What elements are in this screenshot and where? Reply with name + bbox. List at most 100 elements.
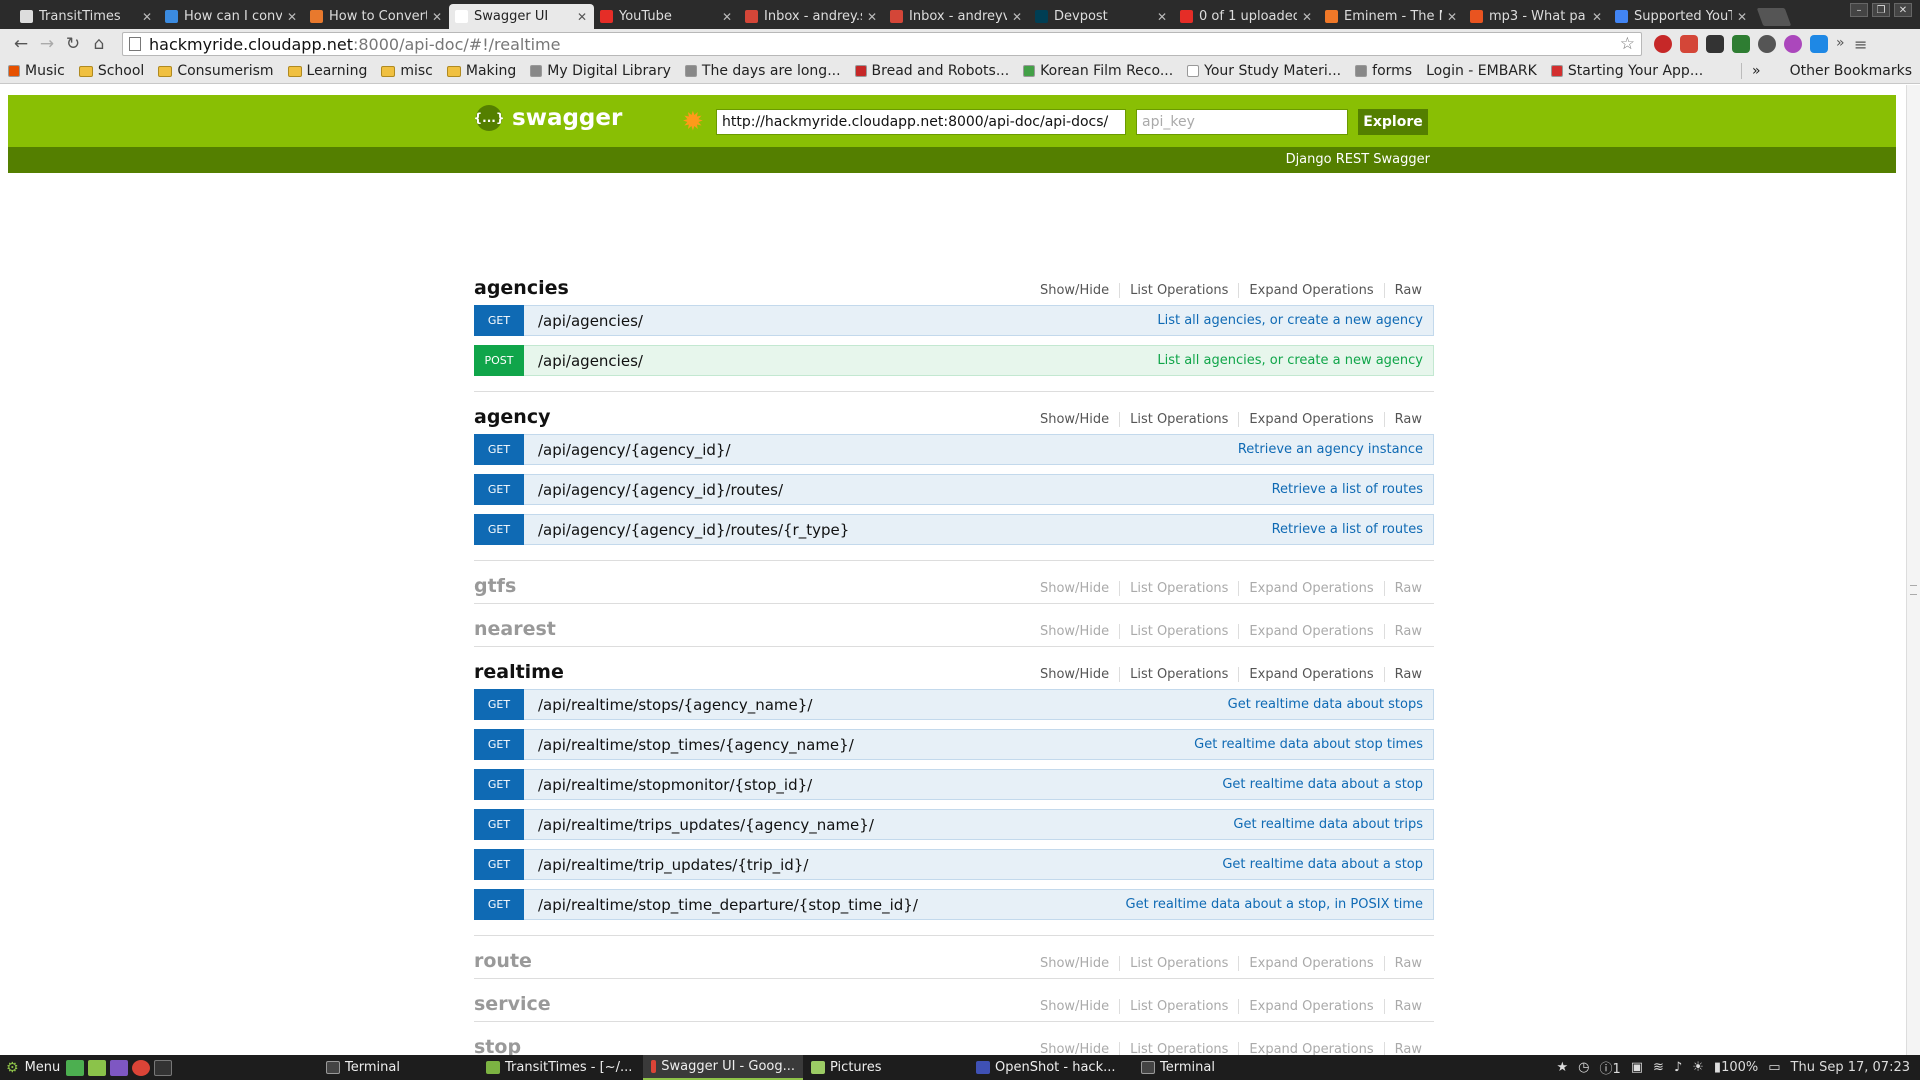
raw-link[interactable]: Raw bbox=[1385, 581, 1434, 596]
taskbar-window-button[interactable]: TransitTimes - [~/... bbox=[478, 1055, 643, 1080]
close-tab-icon[interactable]: ✕ bbox=[286, 10, 298, 24]
explore-button[interactable]: Explore bbox=[1358, 109, 1428, 135]
resource-name[interactable]: route bbox=[474, 950, 1030, 972]
lastpass-icon[interactable] bbox=[1654, 35, 1672, 53]
raw-link[interactable]: Raw bbox=[1385, 283, 1434, 298]
update-tray-icon[interactable]: ◷ bbox=[1578, 1060, 1589, 1075]
display-icon[interactable]: ▭ bbox=[1768, 1060, 1780, 1075]
terminal-launcher-icon[interactable] bbox=[154, 1059, 172, 1076]
close-tab-icon[interactable]: ✕ bbox=[1301, 10, 1313, 24]
operation-summary[interactable]: List all agencies, or create a new agenc… bbox=[1157, 353, 1433, 368]
bookmark-item[interactable]: misc bbox=[381, 63, 433, 79]
api-url-input[interactable] bbox=[716, 109, 1126, 135]
expand-operations-link[interactable]: Expand Operations bbox=[1239, 667, 1385, 682]
http-method-badge[interactable]: GET bbox=[474, 305, 524, 336]
show-hide-link[interactable]: Show/Hide bbox=[1030, 412, 1121, 427]
list-operations-link[interactable]: List Operations bbox=[1120, 667, 1240, 682]
list-operations-link[interactable]: List Operations bbox=[1120, 624, 1240, 639]
clock[interactable]: Thu Sep 17, 07:23 bbox=[1791, 1060, 1910, 1075]
close-tab-icon[interactable]: ✕ bbox=[1591, 10, 1603, 24]
minimize-button[interactable]: – bbox=[1850, 3, 1868, 17]
http-method-badge[interactable]: POST bbox=[474, 345, 524, 376]
notification-tray-icon[interactable]: ⓘ1 bbox=[1599, 1058, 1620, 1077]
app-launcher-icon[interactable] bbox=[110, 1059, 128, 1076]
taskbar-window-button[interactable]: Swagger UI - Goog... bbox=[643, 1055, 803, 1080]
show-hide-link[interactable]: Show/Hide bbox=[1030, 283, 1121, 298]
operation-summary[interactable]: Retrieve a list of routes bbox=[1272, 522, 1433, 537]
chrome-launcher-icon[interactable] bbox=[132, 1059, 150, 1076]
operation-summary[interactable]: List all agencies, or create a new agenc… bbox=[1157, 313, 1433, 328]
pushbullet-icon[interactable] bbox=[1784, 35, 1802, 53]
operation-path[interactable]: /api/agency/{agency_id}/routes/ bbox=[524, 481, 1272, 499]
resource-name[interactable]: agency bbox=[474, 406, 1030, 428]
operation-row[interactable]: GET/api/realtime/stop_times/{agency_name… bbox=[474, 729, 1434, 760]
browser-tab[interactable]: Inbox - andrey.s ✕ bbox=[739, 4, 884, 29]
expand-operations-link[interactable]: Expand Operations bbox=[1239, 581, 1385, 596]
operation-path[interactable]: /api/realtime/stop_time_departure/{stop_… bbox=[524, 896, 1126, 914]
close-tab-icon[interactable]: ✕ bbox=[576, 10, 588, 24]
resource-name[interactable]: stop bbox=[474, 1036, 1030, 1055]
http-method-badge[interactable]: GET bbox=[474, 474, 524, 505]
close-tab-icon[interactable]: ✕ bbox=[721, 10, 733, 24]
bookmark-item[interactable]: School bbox=[78, 63, 144, 79]
list-operations-link[interactable]: List Operations bbox=[1120, 283, 1240, 298]
show-hide-link[interactable]: Show/Hide bbox=[1030, 667, 1121, 682]
taskbar-window-button[interactable]: OpenShot - hack... bbox=[968, 1055, 1133, 1080]
operation-path[interactable]: /api/realtime/trip_updates/{trip_id}/ bbox=[524, 856, 1222, 874]
show-hide-link[interactable]: Show/Hide bbox=[1030, 1042, 1121, 1055]
operation-summary[interactable]: Get realtime data about stop times bbox=[1194, 737, 1433, 752]
bookmark-item[interactable]: Music bbox=[8, 63, 65, 79]
bookmark-item[interactable]: The days are long... bbox=[684, 63, 841, 79]
close-tab-icon[interactable]: ✕ bbox=[1011, 10, 1023, 24]
operation-row[interactable]: GET/api/agency/{agency_id}/routes/{r_typ… bbox=[474, 514, 1434, 545]
brightness-icon[interactable]: ☀ bbox=[1692, 1060, 1704, 1075]
bookmark-item[interactable]: Korean Film Reco... bbox=[1023, 63, 1173, 79]
show-hide-link[interactable]: Show/Hide bbox=[1030, 999, 1121, 1014]
operation-row[interactable]: GET/api/agency/{agency_id}/routes/Retrie… bbox=[474, 474, 1434, 505]
browser-tab[interactable]: Eminem - The M ✕ bbox=[1319, 4, 1464, 29]
show-hide-link[interactable]: Show/Hide bbox=[1030, 624, 1121, 639]
volume-icon[interactable]: ♪ bbox=[1674, 1060, 1682, 1075]
expand-operations-link[interactable]: Expand Operations bbox=[1239, 1042, 1385, 1055]
operation-row[interactable]: GET/api/realtime/stopmonitor/{stop_id}/G… bbox=[474, 769, 1434, 800]
browser-tab[interactable]: Supported YouT ✕ bbox=[1609, 4, 1754, 29]
raw-link[interactable]: Raw bbox=[1385, 412, 1434, 427]
http-method-badge[interactable]: GET bbox=[474, 809, 524, 840]
close-tab-icon[interactable]: ✕ bbox=[431, 10, 443, 24]
operation-summary[interactable]: Get realtime data about stops bbox=[1228, 697, 1433, 712]
http-method-badge[interactable]: GET bbox=[474, 434, 524, 465]
resource-name[interactable]: nearest bbox=[474, 618, 1030, 640]
operation-row[interactable]: GET/api/agencies/List all agencies, or c… bbox=[474, 305, 1434, 336]
browser-tab[interactable]: mp3 - What pa ✕ bbox=[1464, 4, 1609, 29]
screencastify-icon[interactable] bbox=[1706, 35, 1724, 53]
operation-row[interactable]: GET/api/realtime/stop_time_departure/{st… bbox=[474, 889, 1434, 920]
show-hide-link[interactable]: Show/Hide bbox=[1030, 956, 1121, 971]
close-tab-icon[interactable]: ✕ bbox=[141, 10, 153, 24]
raw-link[interactable]: Raw bbox=[1385, 956, 1434, 971]
other-bookmarks[interactable]: » Other Bookmarks bbox=[1741, 63, 1912, 79]
operation-row[interactable]: GET/api/realtime/trip_updates/{trip_id}/… bbox=[474, 849, 1434, 880]
operation-path[interactable]: /api/realtime/stopmonitor/{stop_id}/ bbox=[524, 776, 1222, 794]
scrollbar-thumb[interactable] bbox=[1910, 585, 1917, 595]
bookmark-item[interactable]: Bread and Robots... bbox=[854, 63, 1009, 79]
bookmark-item[interactable]: My Digital Library bbox=[530, 63, 671, 79]
operation-path[interactable]: /api/agency/{agency_id}/routes/{r_type} bbox=[524, 521, 1272, 539]
list-operations-link[interactable]: List Operations bbox=[1120, 412, 1240, 427]
list-operations-link[interactable]: List Operations bbox=[1120, 956, 1240, 971]
close-tab-icon[interactable]: ✕ bbox=[1156, 10, 1168, 24]
operation-summary[interactable]: Get realtime data about a stop bbox=[1222, 857, 1433, 872]
operation-path[interactable]: /api/agency/{agency_id}/ bbox=[524, 441, 1238, 459]
http-method-badge[interactable]: GET bbox=[474, 769, 524, 800]
new-tab-button[interactable] bbox=[1756, 8, 1792, 26]
list-operations-link[interactable]: List Operations bbox=[1120, 581, 1240, 596]
operation-row[interactable]: GET/api/agency/{agency_id}/Retrieve an a… bbox=[474, 434, 1434, 465]
chrome-menu-icon[interactable]: ≡ bbox=[1854, 35, 1867, 54]
operation-path[interactable]: /api/realtime/trips_updates/{agency_name… bbox=[524, 816, 1233, 834]
forward-button[interactable]: → bbox=[34, 34, 60, 54]
extension-icon[interactable] bbox=[1758, 35, 1776, 53]
expand-operations-link[interactable]: Expand Operations bbox=[1239, 956, 1385, 971]
close-tab-icon[interactable]: ✕ bbox=[1446, 10, 1458, 24]
operation-summary[interactable]: Retrieve an agency instance bbox=[1238, 442, 1433, 457]
raw-link[interactable]: Raw bbox=[1385, 624, 1434, 639]
evernote-icon[interactable] bbox=[1732, 35, 1750, 53]
